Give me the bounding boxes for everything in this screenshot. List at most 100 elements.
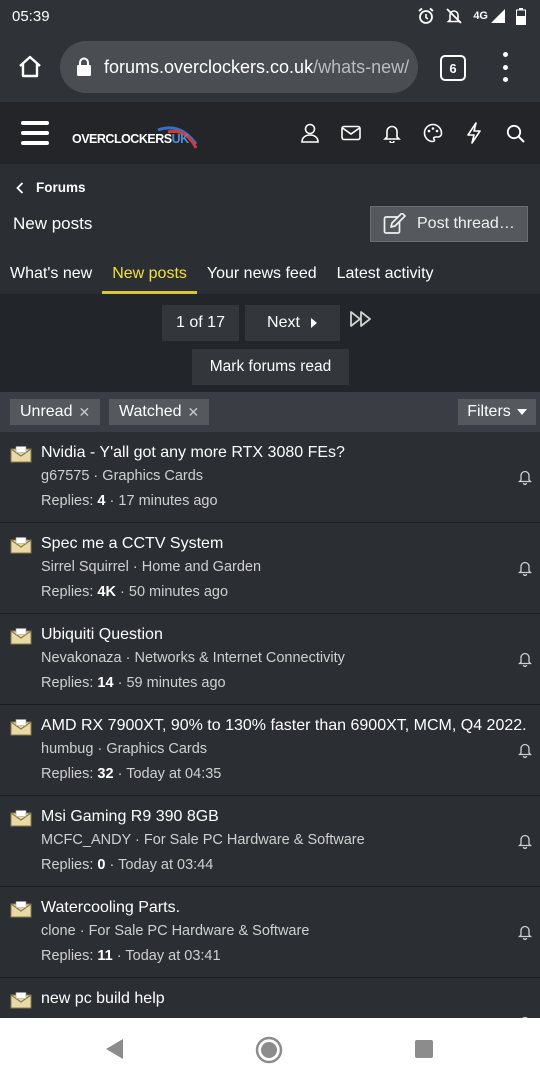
browser-home-button[interactable] [0, 32, 60, 102]
separator: · [93, 468, 99, 484]
watch-bell-icon[interactable] [518, 924, 532, 940]
notifications-off-icon [446, 8, 462, 24]
separator: · [120, 584, 125, 600]
breadcrumb[interactable]: Forums [16, 180, 86, 195]
lock-icon [77, 57, 91, 76]
separator: · [135, 832, 140, 848]
thread-title[interactable]: Nvidia - Y'all got any more RTX 3080 FEs… [41, 444, 345, 462]
last-post-time[interactable]: Today at 03:41 [125, 948, 220, 964]
thread-title[interactable]: AMD RX 7900XT, 90% to 130% faster than 6… [41, 717, 527, 735]
style-palette-icon[interactable] [422, 120, 444, 146]
thread-author[interactable]: humbug [41, 741, 93, 757]
tab-your-news-feed[interactable]: Your news feed [197, 256, 327, 294]
thread-row[interactable]: Msi Gaming R9 390 8GB MCFC_ANDY · For Sal… [0, 796, 540, 887]
filter-bar: Unread ✕ Watched ✕ Filters [0, 392, 540, 432]
thread-author[interactable]: Nevakonaza [41, 650, 122, 666]
thread-author[interactable]: clone [41, 923, 76, 939]
last-post-time[interactable]: 59 minutes ago [126, 675, 225, 691]
thread-title[interactable]: Msi Gaming R9 390 8GB [41, 808, 219, 826]
filters-dropdown-button[interactable]: Filters [458, 399, 536, 425]
thread-row[interactable]: AMD RX 7900XT, 90% to 130% faster than 6… [0, 705, 540, 796]
thread-forum[interactable]: Graphics Cards [102, 468, 203, 484]
thread-row[interactable]: Nvidia - Y'all got any more RTX 3080 FEs… [0, 432, 540, 523]
reply-count: 4K [97, 584, 116, 600]
alerts-bell-icon[interactable] [381, 120, 403, 146]
last-post-time[interactable]: Today at 04:35 [126, 766, 221, 782]
envelope-icon [10, 719, 32, 736]
separator: · [109, 493, 115, 509]
page-title: New posts [13, 214, 93, 233]
hamburger-menu-icon[interactable] [21, 121, 49, 145]
logo-suffix-text: UK [171, 132, 190, 146]
whats-new-bolt-icon[interactable] [463, 120, 485, 146]
breadcrumb-forums-link[interactable]: Forums [36, 180, 86, 195]
envelope-icon [10, 810, 32, 827]
status-icons: 4G [417, 7, 526, 25]
thread-author[interactable]: MCFC_ANDY [41, 832, 131, 848]
thread-title[interactable]: Spec me a CCTV System [41, 535, 223, 553]
thread-title[interactable]: new pc build help [41, 990, 165, 1008]
last-post-time[interactable]: 50 minutes ago [129, 584, 228, 600]
thread-stats: Replies: 32 · Today at 04:35 [41, 766, 221, 782]
thread-title[interactable]: Watercooling Parts. [41, 899, 180, 917]
post-thread-button[interactable]: Post thread… [370, 206, 528, 242]
system-nav-bar [0, 1018, 540, 1080]
account-icon[interactable] [299, 120, 321, 146]
battery-icon [516, 7, 526, 25]
tab-whats-new[interactable]: What's new [0, 256, 102, 294]
caret-down-icon [516, 408, 527, 415]
filter-chip-watched[interactable]: Watched ✕ [109, 399, 210, 425]
whats-new-tabs: What's new New posts Your news feed Late… [0, 256, 540, 294]
thread-forum[interactable]: For Sale PC Hardware & Software [89, 923, 310, 939]
thread-forum[interactable]: Home and Garden [142, 559, 261, 575]
watch-bell-icon[interactable] [518, 469, 532, 485]
last-page-button[interactable] [350, 311, 374, 335]
thread-author[interactable]: g67575 [41, 468, 89, 484]
tab-new-posts[interactable]: New posts [102, 256, 197, 294]
thread-author[interactable]: Sirrel Squirrel [41, 559, 129, 575]
thread-row[interactable]: Ubiquiti Question Nevakonaza · Networks &… [0, 614, 540, 705]
back-icon[interactable] [104, 1038, 124, 1060]
filters-label: Filters [467, 403, 511, 420]
thread-forum[interactable]: For Sale PC Hardware & Software [144, 832, 365, 848]
inbox-icon[interactable] [340, 120, 362, 146]
envelope-icon [10, 992, 32, 1009]
mark-forums-read-button[interactable]: Mark forums read [192, 349, 349, 385]
replies-label: Replies: [41, 857, 94, 873]
separator: · [117, 766, 123, 782]
alarm-icon [418, 7, 434, 24]
site-logo[interactable]: OVERCLOCKERSUK [72, 124, 198, 150]
watch-bell-icon[interactable] [518, 833, 532, 849]
recents-icon[interactable] [415, 1040, 433, 1058]
thread-stats: Replies: 11 · Today at 03:41 [41, 948, 221, 964]
separator: · [117, 675, 123, 691]
last-post-time[interactable]: Today at 03:44 [118, 857, 213, 873]
watch-bell-icon[interactable] [518, 560, 532, 576]
filter-chip-unread[interactable]: Unread ✕ [10, 399, 101, 425]
envelope-icon [10, 537, 32, 554]
last-post-time[interactable]: 17 minutes ago [118, 493, 217, 509]
tab-latest-activity[interactable]: Latest activity [327, 256, 444, 294]
address-bar[interactable]: forums.overclockers.co.uk/whats-new/ [60, 41, 418, 93]
thread-row[interactable]: Watercooling Parts. clone · For Sale PC H… [0, 887, 540, 978]
filter-chip-label: Unread [20, 403, 73, 420]
post-thread-label: Post thread… [417, 215, 515, 232]
envelope-icon [10, 901, 32, 918]
thread-forum[interactable]: Graphics Cards [106, 741, 207, 757]
page-indicator[interactable]: 1 of 17 [162, 305, 239, 341]
next-page-button[interactable]: Next [245, 305, 340, 341]
search-icon[interactable] [504, 120, 526, 146]
tab-switcher-button[interactable]: 6 [440, 55, 466, 81]
thread-list: Nvidia - Y'all got any more RTX 3080 FEs… [0, 432, 540, 1069]
browser-menu-button[interactable] [492, 52, 518, 82]
thread-title[interactable]: Ubiquiti Question [41, 626, 163, 644]
thread-row[interactable]: Spec me a CCTV System Sirrel Squirrel · H… [0, 523, 540, 614]
remove-filter-icon[interactable]: ✕ [188, 404, 200, 421]
thread-stats: Replies: 0 · Today at 03:44 [41, 857, 213, 873]
replies-label: Replies: [41, 675, 94, 691]
home-circle-icon[interactable] [255, 1036, 283, 1064]
remove-filter-icon[interactable]: ✕ [78, 404, 90, 421]
thread-forum[interactable]: Networks & Internet Connectivity [135, 650, 345, 666]
watch-bell-icon[interactable] [518, 742, 532, 758]
watch-bell-icon[interactable] [518, 651, 532, 667]
